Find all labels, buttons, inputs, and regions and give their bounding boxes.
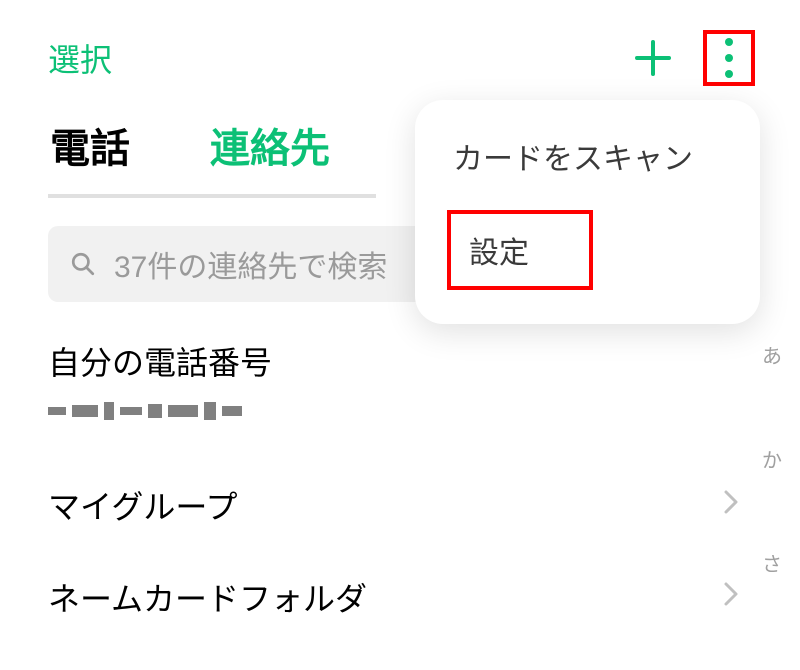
- dropdown-menu: カードをスキャン 設定: [415, 100, 760, 324]
- my-number-title: 自分の電話番号: [48, 338, 752, 384]
- my-number-section: 自分の電話番号: [48, 338, 752, 424]
- tab-phone[interactable]: 電話: [50, 106, 130, 198]
- phone-number-blurred: [48, 398, 258, 424]
- index-bar[interactable]: あ か さ: [762, 340, 782, 577]
- chevron-right-icon: [722, 487, 740, 524]
- header: 選択: [0, 0, 800, 106]
- tab-underline: [48, 194, 376, 198]
- list-item-my-group[interactable]: マイグループ: [48, 446, 752, 564]
- index-a[interactable]: あ: [762, 340, 782, 369]
- header-actions: [631, 30, 755, 86]
- chevron-right-icon: [722, 579, 740, 616]
- index-ka[interactable]: か: [762, 444, 782, 473]
- content: 自分の電話番号 マイグループ ネームカードフォルダ: [0, 302, 800, 656]
- search-placeholder: 37件の連絡先で検索: [114, 242, 387, 286]
- add-icon[interactable]: [631, 36, 675, 80]
- select-button[interactable]: 選択: [48, 35, 112, 81]
- index-sa[interactable]: さ: [762, 548, 782, 577]
- search-icon: [70, 251, 96, 277]
- list-item-label: マイグループ: [48, 482, 237, 528]
- menu-item-settings[interactable]: 設定: [447, 210, 593, 290]
- menu-item-scan-card[interactable]: カードをスキャン: [415, 134, 760, 178]
- more-icon: [725, 38, 733, 78]
- more-button[interactable]: [703, 30, 755, 86]
- tab-contacts[interactable]: 連絡先: [210, 106, 330, 198]
- list-item-name-card-folder[interactable]: ネームカードフォルダ: [48, 564, 752, 656]
- list-item-label: ネームカードフォルダ: [48, 574, 367, 620]
